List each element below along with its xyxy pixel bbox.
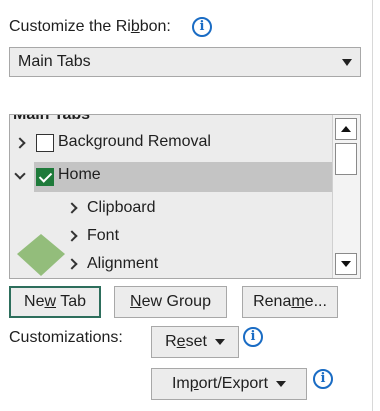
chevron-down-icon (276, 380, 287, 387)
btn-text-end: ort/Export (198, 375, 269, 392)
tree-item-label: Home (58, 166, 101, 183)
header-text-end: bon: (139, 18, 171, 35)
info-icon[interactable]: i (192, 17, 212, 37)
tree-item-label: Clipboard (87, 199, 156, 216)
btn-text-end: ew Group (141, 293, 211, 310)
ribbon-header: Customize the Ribbon: (9, 18, 171, 36)
btn-mnemonic: w (44, 293, 57, 310)
scroll-down-arrow-icon[interactable] (335, 253, 357, 275)
rename-button[interactable]: Rename... (242, 286, 338, 318)
header-text: Customize the Ri (9, 18, 131, 35)
chevron-down-icon (342, 59, 352, 66)
tree-item-label: Alignment (87, 255, 159, 272)
chevron-right-icon[interactable] (66, 230, 78, 242)
scroll-up-arrow-icon[interactable] (335, 118, 357, 140)
green-diamond-marker (17, 234, 65, 276)
btn-mnemonic: p (189, 375, 199, 392)
btn-text: Im (171, 375, 190, 392)
tabs-dropdown-value: Main Tabs (18, 53, 91, 70)
tree-item-label: Font (87, 227, 120, 244)
checkbox-background-removal[interactable] (36, 134, 54, 152)
header-mnemonic: b (130, 18, 140, 35)
reset-button[interactable]: Reset (151, 326, 239, 358)
btn-text-end: Tab (56, 293, 86, 310)
new-tab-button[interactable]: New Tab (9, 286, 101, 318)
panel-divider (372, 0, 373, 411)
info-icon[interactable]: i (313, 369, 333, 389)
chevron-right-icon[interactable] (66, 258, 78, 270)
tree-header: Main Tabs (13, 114, 91, 123)
btn-text: R (165, 333, 177, 350)
tree-item-label: Background Removal (58, 133, 211, 150)
import-export-button[interactable]: Import/Export (151, 368, 307, 400)
btn-text-end: e... (304, 293, 327, 310)
chevron-right-icon[interactable] (14, 137, 26, 149)
chevron-down-icon[interactable] (14, 168, 26, 180)
chevron-right-icon[interactable] (66, 202, 78, 214)
btn-mnemonic: m (291, 293, 305, 310)
new-group-button[interactable]: New Group (114, 286, 227, 318)
btn-mnemonic: N (130, 293, 142, 310)
customizations-label: Customizations: (9, 329, 123, 346)
info-icon[interactable]: i (243, 327, 263, 347)
btn-text-end: set (185, 333, 207, 350)
btn-text: Ne (24, 293, 45, 310)
scroll-thumb[interactable] (335, 143, 357, 175)
chevron-down-icon (214, 338, 225, 345)
tree-scrollbar[interactable] (332, 115, 360, 278)
checkbox-home[interactable] (36, 168, 54, 186)
tabs-dropdown[interactable]: Main Tabs (9, 47, 361, 77)
btn-text: Rena (253, 293, 292, 310)
btn-mnemonic: e (176, 333, 186, 350)
